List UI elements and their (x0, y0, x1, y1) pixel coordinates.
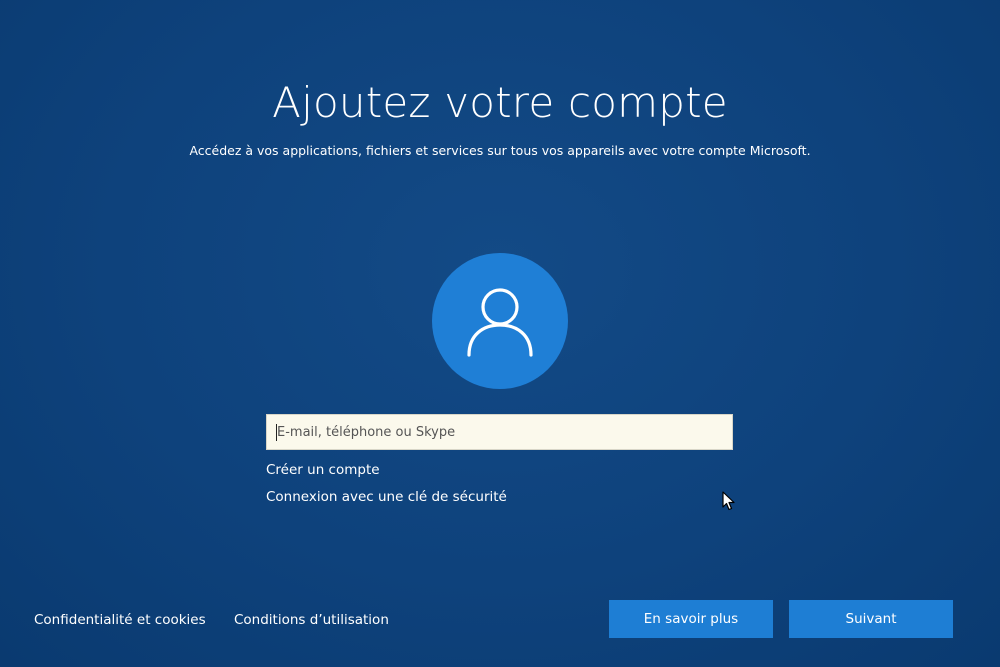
page-title: Ajoutez votre compte (272, 78, 728, 127)
privacy-cookies-link[interactable]: Confidentialité et cookies (34, 612, 206, 628)
text-caret (276, 424, 277, 441)
user-avatar (432, 253, 568, 389)
create-account-link[interactable]: Créer un compte (266, 462, 380, 478)
next-button[interactable]: Suivant (789, 600, 953, 638)
learn-more-button[interactable]: En savoir plus (609, 600, 773, 638)
page-subtitle: Accédez à vos applications, fichiers et … (189, 143, 811, 158)
user-icon (467, 288, 533, 357)
mouse-pointer-icon (722, 491, 735, 511)
terms-of-use-link[interactable]: Conditions d’utilisation (234, 612, 389, 628)
account-input[interactable] (267, 415, 732, 449)
account-input-container[interactable] (266, 414, 733, 450)
security-key-link[interactable]: Connexion avec une clé de sécurité (266, 489, 507, 505)
